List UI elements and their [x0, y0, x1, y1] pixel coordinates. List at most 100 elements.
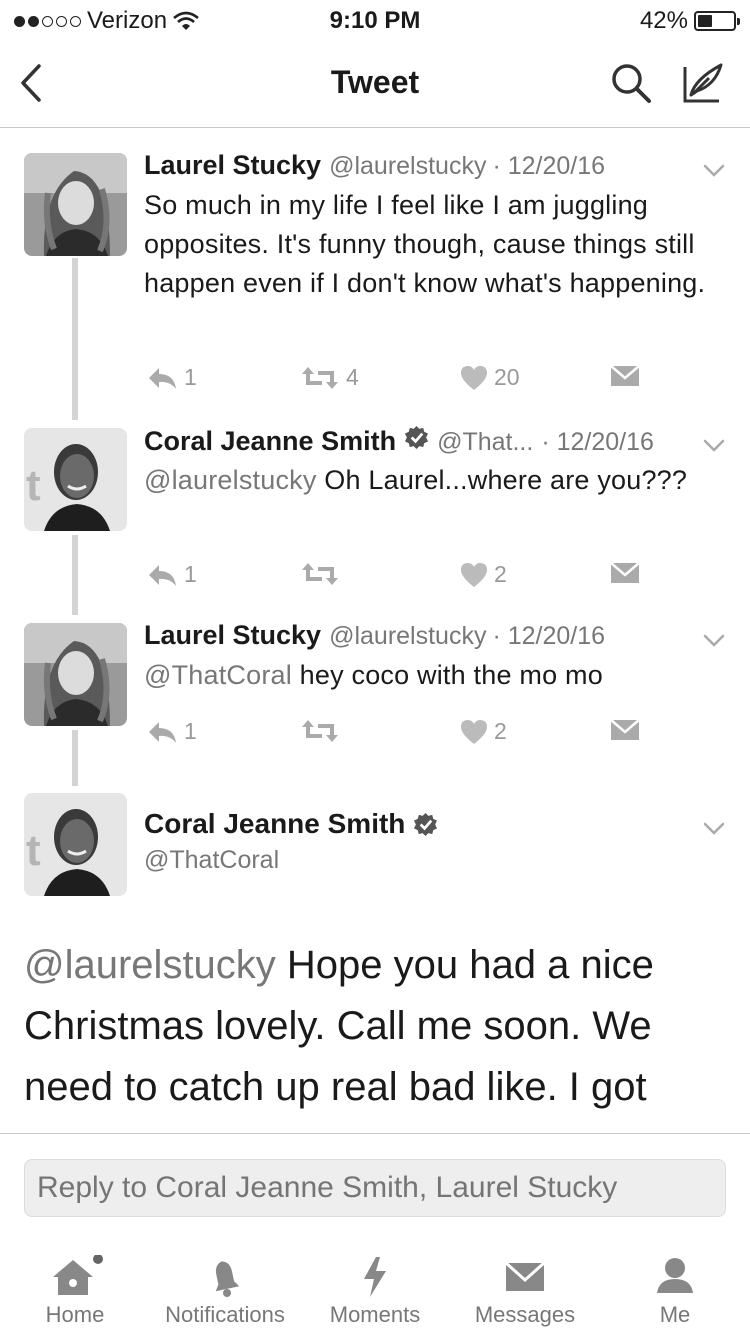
- tweet-date: · 12/20/16: [541, 428, 654, 456]
- tweet-actions: 1 2: [146, 561, 666, 591]
- compose-icon: [683, 63, 723, 103]
- envelope-icon: [610, 562, 640, 583]
- compose-button[interactable]: [680, 60, 726, 106]
- heart-icon: [461, 562, 487, 587]
- clock: 9:10 PM: [329, 7, 421, 34]
- retweet-count: 4: [346, 364, 359, 390]
- reply-count: 1: [184, 561, 197, 587]
- avatar-image: t: [24, 428, 127, 531]
- mention-link[interactable]: @laurelstucky: [24, 943, 276, 987]
- status-bar: Verizon 9:10 PM 42%: [0, 0, 750, 40]
- mention-link[interactable]: @laurelstucky: [144, 465, 317, 495]
- tweet-text: @laurelstucky Oh Laurel...where are you?…: [144, 461, 720, 500]
- tab-label: Notifications: [165, 1302, 285, 1327]
- reply-button[interactable]: 1: [146, 718, 197, 745]
- reply-button[interactable]: 1: [146, 364, 197, 391]
- heart-icon: [461, 719, 487, 744]
- envelope-icon: [504, 1261, 546, 1291]
- direct-message-button[interactable]: [610, 718, 640, 742]
- reply-input[interactable]: [24, 1159, 726, 1217]
- tweet-text: @laurelstucky Hope you had a nice Christ…: [24, 935, 724, 1118]
- tweet-text: So much in my life I feel like I am jugg…: [144, 190, 706, 298]
- tab-messages[interactable]: Messages: [450, 1237, 600, 1334]
- reply-count: 1: [184, 718, 197, 744]
- person-icon: [657, 1258, 693, 1293]
- chevron-down-icon[interactable]: [702, 158, 726, 182]
- retweet-button[interactable]: [300, 718, 340, 744]
- author-handle[interactable]: @laurelstucky: [329, 622, 486, 651]
- thread-line: [72, 535, 78, 615]
- retweet-icon: [302, 563, 338, 585]
- retweet-icon: [302, 720, 338, 742]
- author-name[interactable]: Laurel Stucky: [144, 150, 321, 181]
- tweet-header: Laurel Stucky @laurelstucky · 12/20/16: [144, 150, 680, 181]
- tweet-actions: 1 4 20: [146, 364, 666, 394]
- avatar-image: [24, 623, 127, 726]
- thread-line: [72, 258, 78, 420]
- tweet-header: Laurel Stucky @laurelstucky · 12/20/16: [144, 620, 680, 651]
- chevron-down-icon[interactable]: [702, 433, 726, 457]
- avatar[interactable]: t: [24, 428, 127, 531]
- avatar[interactable]: [24, 623, 127, 726]
- chevron-down-icon[interactable]: [702, 816, 726, 840]
- battery-indicator: 42%: [639, 7, 740, 35]
- heart-icon: [461, 365, 487, 390]
- like-button[interactable]: 20: [460, 364, 520, 391]
- svg-text:t: t: [26, 461, 41, 510]
- focused-author: Coral Jeanne Smith: [144, 808, 438, 840]
- lightning-icon: [364, 1257, 386, 1297]
- avatar-image: [24, 153, 127, 256]
- reply-icon: [149, 721, 176, 743]
- retweet-button[interactable]: [300, 561, 340, 587]
- tab-me[interactable]: Me: [600, 1237, 750, 1334]
- direct-message-button[interactable]: [610, 364, 640, 388]
- tweet-body: Oh Laurel...where are you???: [316, 465, 688, 495]
- verified-badge-icon: [414, 812, 438, 836]
- home-icon: [53, 1255, 103, 1295]
- reply-count: 1: [184, 364, 197, 390]
- battery-percent: 42%: [639, 7, 688, 34]
- envelope-icon: [610, 365, 640, 386]
- search-button[interactable]: [608, 60, 654, 106]
- tab-notifications[interactable]: Notifications: [150, 1237, 300, 1334]
- tab-label: Home: [45, 1302, 105, 1327]
- tweet-header: Coral Jeanne Smith @That... · 12/20/16: [144, 425, 680, 457]
- author-handle[interactable]: @laurelstucky: [329, 152, 486, 181]
- tab-label: Moments: [329, 1302, 421, 1327]
- reply-icon: [149, 564, 176, 586]
- tab-moments[interactable]: Moments: [300, 1237, 450, 1334]
- focused-tweet: t Coral Jeanne Smith @ThatCoral @laurels…: [0, 790, 750, 1133]
- avatar[interactable]: [24, 153, 127, 256]
- retweet-button[interactable]: 4: [300, 364, 359, 391]
- author-name[interactable]: Coral Jeanne Smith: [144, 426, 396, 457]
- avatar[interactable]: t: [24, 793, 127, 896]
- tab-home[interactable]: Home: [0, 1237, 150, 1334]
- like-button[interactable]: 2: [460, 561, 507, 588]
- avatar-image: t: [24, 793, 127, 896]
- direct-message-button[interactable]: [610, 561, 640, 585]
- mention-link[interactable]: @ThatCoral: [144, 660, 292, 690]
- thread-line: [72, 730, 78, 786]
- search-icon: [612, 64, 651, 103]
- author-name[interactable]: Coral Jeanne Smith: [144, 808, 405, 840]
- reply-icon: [149, 367, 176, 389]
- tab-label: Messages: [474, 1302, 576, 1327]
- svg-text:t: t: [26, 826, 41, 875]
- like-button[interactable]: 2: [460, 718, 507, 745]
- battery-icon: [694, 11, 740, 31]
- tweet-body: hey coco with the mo mo: [291, 660, 603, 690]
- bell-icon: [215, 1261, 240, 1297]
- like-count: 20: [494, 364, 520, 390]
- author-name[interactable]: Laurel Stucky: [144, 620, 321, 651]
- like-count: 2: [494, 561, 507, 587]
- nav-bar: Tweet: [0, 40, 750, 128]
- tweet-actions: 1 2: [146, 718, 666, 748]
- chevron-down-icon[interactable]: [702, 628, 726, 652]
- author-handle[interactable]: @That...: [437, 428, 533, 457]
- tab-bar: Home Notifications Moments Messages Me: [0, 1237, 750, 1334]
- tweet-date: · 12/20/16: [492, 152, 606, 180]
- author-handle[interactable]: @ThatCoral: [144, 846, 279, 875]
- verified-badge-icon: [405, 425, 429, 450]
- reply-button[interactable]: 1: [146, 561, 197, 588]
- envelope-icon: [610, 719, 640, 740]
